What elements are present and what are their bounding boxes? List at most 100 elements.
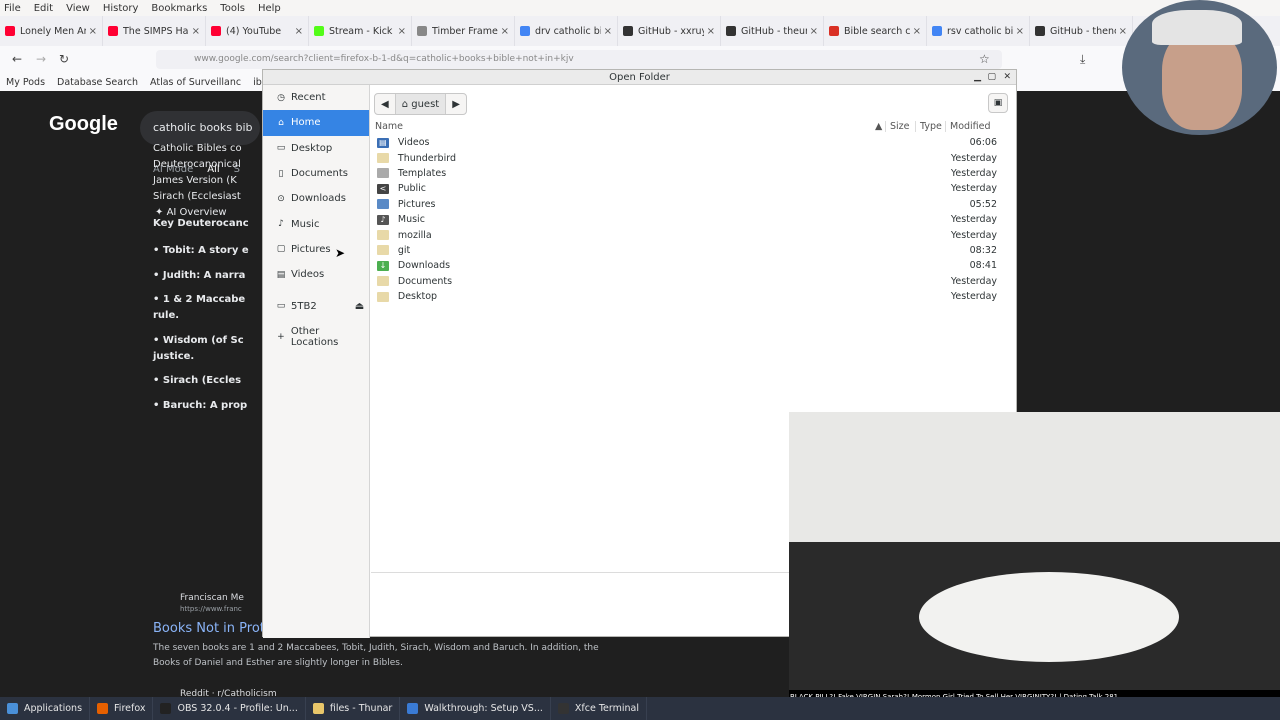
tab-close-icon[interactable]: × bbox=[89, 26, 97, 37]
browser-tab[interactable]: GitHub - theur × bbox=[721, 16, 824, 46]
sidebar-item-recent[interactable]: ◷ Recent bbox=[263, 85, 369, 110]
sidebar-item-pictures[interactable]: ▢ Pictures bbox=[263, 237, 369, 262]
back-icon[interactable]: ← bbox=[12, 52, 22, 66]
browser-tab[interactable]: Timber Frame De× bbox=[412, 16, 515, 46]
file-row[interactable]: ♪ Music Yesterday bbox=[371, 212, 997, 227]
file-name: Desktop bbox=[397, 291, 438, 303]
ai-overview-line: Deuterocanonical bbox=[153, 159, 241, 170]
crumb-forward-icon[interactable]: ▶ bbox=[446, 94, 466, 114]
taskbar-item[interactable]: OBS 32.0.4 - Profile: Un... bbox=[153, 697, 306, 720]
file-row[interactable]: < Public Yesterday bbox=[371, 181, 997, 196]
result-title-link[interactable]: Books Not in Prote bbox=[153, 621, 273, 636]
tab-favicon-icon bbox=[623, 26, 633, 36]
bookmark-item[interactable]: Database Search bbox=[57, 77, 138, 88]
menu-file[interactable]: File bbox=[4, 3, 21, 14]
sidebar-item-music[interactable]: ♪ Music bbox=[263, 211, 369, 236]
taskbar-label: Applications bbox=[24, 703, 83, 714]
ai-overview-line: Catholic Bibles co bbox=[153, 143, 242, 154]
browser-tab[interactable]: Stream - Kick × bbox=[309, 16, 412, 46]
browser-tab[interactable]: rsv catholic bi × bbox=[927, 16, 1030, 46]
reload-icon[interactable]: ↻ bbox=[59, 52, 69, 66]
ai-overview-line: justice. bbox=[153, 351, 195, 362]
maximize-icon[interactable]: ▢ bbox=[987, 70, 996, 85]
browser-tab[interactable]: (4) YouTube × bbox=[206, 16, 309, 46]
tab-close-icon[interactable]: × bbox=[1119, 26, 1127, 37]
search-input[interactable]: catholic books bib bbox=[140, 111, 260, 145]
folder-icon bbox=[377, 168, 389, 179]
file-modified: 05:52 bbox=[969, 198, 998, 210]
browser-tab[interactable]: Bible search c × bbox=[824, 16, 927, 46]
file-row[interactable]: mozilla Yesterday bbox=[371, 227, 997, 242]
menu-view[interactable]: View bbox=[66, 3, 90, 14]
close-icon[interactable]: ✕ bbox=[1003, 70, 1011, 85]
menu-history[interactable]: History bbox=[103, 3, 139, 14]
sidebar-item-videos[interactable]: ▤ Videos bbox=[263, 262, 369, 287]
taskbar-item[interactable]: Walkthrough: Setup VS... bbox=[400, 697, 551, 720]
file-row[interactable]: ▤ Videos 06:06 bbox=[371, 135, 997, 150]
minimize-icon[interactable]: ▁ bbox=[974, 70, 981, 85]
column-type[interactable]: Type bbox=[915, 121, 945, 132]
sidebar-item-documents[interactable]: ▯ Documents bbox=[263, 161, 369, 186]
sidebar-item-label: Downloads bbox=[291, 193, 346, 205]
tab-label: GitHub - xxruy bbox=[638, 25, 704, 37]
tab-close-icon[interactable]: × bbox=[192, 26, 200, 37]
taskbar-item[interactable]: Xfce Terminal bbox=[551, 697, 647, 720]
menu-bookmarks[interactable]: Bookmarks bbox=[151, 3, 207, 14]
menu-tools[interactable]: Tools bbox=[220, 3, 245, 14]
tab-close-icon[interactable]: × bbox=[295, 26, 303, 37]
app-icon bbox=[97, 703, 109, 714]
sidebar-item-downloads[interactable]: ⊙ Downloads bbox=[263, 186, 369, 211]
column-size[interactable]: Size bbox=[885, 121, 915, 132]
tab-close-icon[interactable]: × bbox=[398, 26, 406, 37]
taskbar-item[interactable]: Applications bbox=[0, 697, 91, 720]
ai-overview-line: • Baruch: A prop bbox=[153, 400, 248, 411]
menu-edit[interactable]: Edit bbox=[34, 3, 53, 14]
sidebar-item-other-locations[interactable]: + Other Locations bbox=[263, 325, 369, 350]
browser-tab[interactable]: drv catholic bi × bbox=[515, 16, 618, 46]
downloads-icon[interactable]: ⤓ bbox=[1080, 52, 1085, 67]
file-modified: Yesterday bbox=[950, 183, 998, 195]
file-row[interactable]: git 08:32 bbox=[371, 243, 997, 258]
tab-close-icon[interactable]: × bbox=[707, 26, 715, 37]
column-modified[interactable]: Modified bbox=[945, 121, 997, 132]
file-row[interactable]: Documents Yesterday bbox=[371, 274, 997, 289]
file-row[interactable]: Templates Yesterday bbox=[371, 166, 997, 181]
crumb-home[interactable]: ⌂ guest bbox=[394, 94, 447, 114]
dialog-titlebar[interactable]: Open Folder ▁ ▢ ✕ bbox=[263, 70, 1016, 85]
browser-tab[interactable]: The SIMPS Ha × bbox=[103, 16, 206, 46]
tab-close-icon[interactable]: × bbox=[501, 26, 509, 37]
file-row[interactable]: ↓ Downloads 08:41 bbox=[371, 258, 997, 273]
file-name: Pictures bbox=[397, 198, 436, 210]
sidebar-item-label: 5TB2 bbox=[291, 300, 317, 312]
taskbar-item[interactable]: files - Thunar bbox=[306, 697, 401, 720]
eject-icon[interactable]: ⏏ bbox=[355, 301, 364, 312]
sidebar-item-desktop[interactable]: ▭ Desktop bbox=[263, 136, 369, 161]
column-name[interactable]: Name bbox=[371, 121, 871, 132]
menu-help[interactable]: Help bbox=[258, 3, 281, 14]
taskbar-item[interactable]: Firefox bbox=[90, 697, 154, 720]
tab-close-icon[interactable]: × bbox=[604, 26, 612, 37]
browser-tab[interactable]: GitHub - thenc × bbox=[1030, 16, 1133, 46]
file-row[interactable]: Pictures 05:52 bbox=[371, 197, 997, 212]
tab-favicon-icon bbox=[932, 26, 942, 36]
browser-tab[interactable]: Lonely Men Ar × bbox=[0, 16, 103, 46]
tab-close-icon[interactable]: × bbox=[1016, 26, 1024, 37]
file-row[interactable]: Thunderbird Yesterday bbox=[371, 150, 997, 165]
file-modified: Yesterday bbox=[950, 275, 998, 287]
sidebar-item-5tb2[interactable]: ▭ 5TB2 ⏏ bbox=[263, 293, 369, 318]
new-folder-button[interactable]: ▣ bbox=[988, 93, 1008, 113]
browser-tab[interactable]: GitHub - xxruy × bbox=[618, 16, 721, 46]
tab-close-icon[interactable]: × bbox=[913, 26, 921, 37]
sidebar-item-home[interactable]: ⌂ Home bbox=[263, 110, 369, 136]
url-bar[interactable]: www.google.com/search?client=firefox-b-1… bbox=[156, 50, 1002, 69]
video-overlay[interactable]: BLACK PILL?! Fake VIRGIN Sarah?! Mormon … bbox=[789, 412, 1280, 705]
google-logo[interactable]: Google bbox=[49, 113, 118, 136]
crumb-back-icon[interactable]: ◀ bbox=[375, 94, 395, 114]
bookmark-star-icon[interactable]: ☆ bbox=[979, 52, 990, 66]
file-row[interactable]: Desktop Yesterday bbox=[371, 289, 997, 304]
bookmark-item[interactable]: My Pods bbox=[6, 77, 45, 88]
app-icon bbox=[312, 703, 324, 714]
forward-icon[interactable]: → bbox=[36, 52, 46, 66]
bookmark-item[interactable]: Atlas of Surveillanc bbox=[150, 77, 241, 88]
tab-close-icon[interactable]: × bbox=[810, 26, 818, 37]
